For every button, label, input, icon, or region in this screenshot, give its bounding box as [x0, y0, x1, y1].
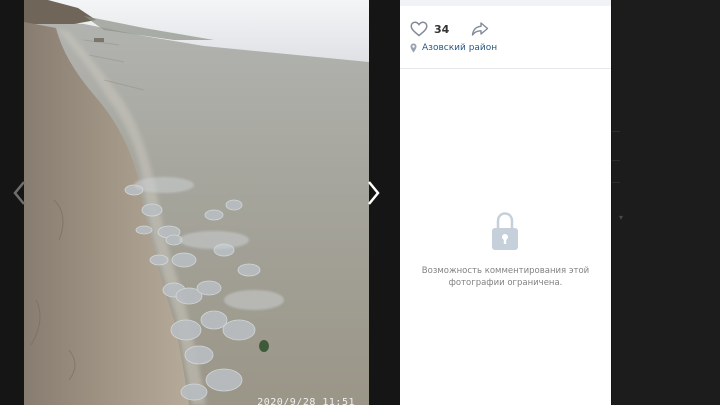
photo-date-stamp: 2020/9/28 11:51 — [257, 397, 355, 405]
photo-info-panel: 34 Азовский район Возможность комментиро… — [400, 0, 611, 405]
panel-divider — [400, 68, 611, 69]
background-page: ▾ — [612, 0, 720, 405]
photo-actions: 34 — [410, 18, 489, 40]
location-text: Азовский район — [422, 43, 498, 53]
photo[interactable]: 2020/9/28 11:51 — [24, 0, 369, 405]
chevron-left-icon — [13, 181, 25, 205]
like-button[interactable]: 34 — [410, 21, 449, 37]
lock-icon — [492, 212, 518, 250]
panel-top-strip — [400, 0, 611, 6]
next-photo-button[interactable] — [363, 178, 385, 208]
chevron-right-icon — [368, 181, 380, 205]
beach-photo-image — [24, 0, 369, 405]
likes-count: 34 — [434, 22, 450, 36]
heart-icon — [410, 21, 428, 37]
pin-icon — [410, 43, 417, 53]
location-link[interactable]: Азовский район — [410, 43, 497, 53]
share-icon — [472, 22, 489, 36]
previous-photo-button[interactable] — [10, 178, 32, 208]
comments-restricted-text: Возможность комментирования этой фотогра… — [421, 266, 590, 288]
share-button[interactable] — [471, 21, 489, 37]
